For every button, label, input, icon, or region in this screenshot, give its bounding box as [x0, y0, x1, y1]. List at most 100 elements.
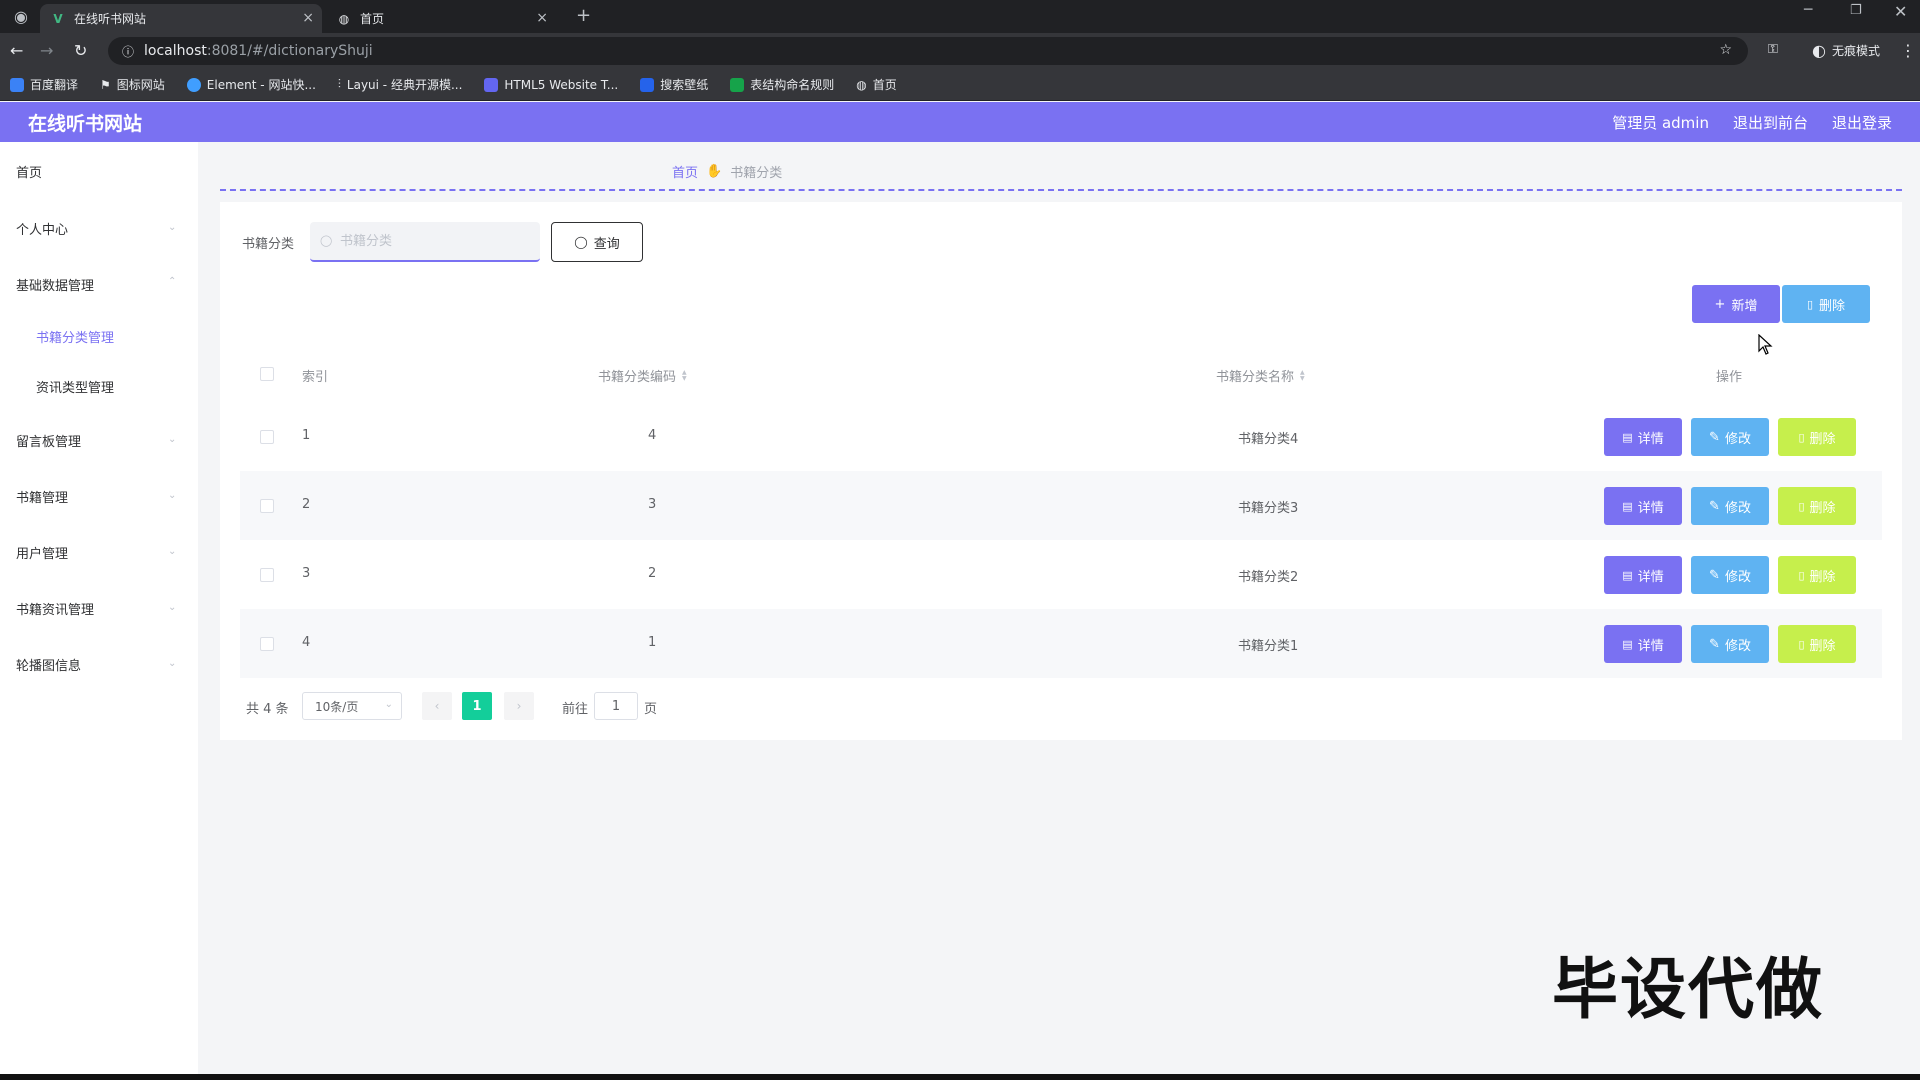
pencil-icon: ✎ [1709, 429, 1720, 445]
prev-page-button[interactable]: ‹ [422, 692, 452, 720]
sidebar-item-carousel[interactable]: 轮播图信息 [16, 655, 81, 674]
bookmark-item[interactable]: HTML5 Website T... [484, 77, 618, 92]
sidebar-item-book-news[interactable]: 书籍资讯管理 [16, 599, 94, 618]
breadcrumb: 首页 ✋ 书籍分类 [672, 162, 782, 181]
delete-button[interactable]: ▯ 删除 [1778, 487, 1856, 525]
goto-page-input[interactable] [594, 692, 638, 720]
table-row: 4 1 书籍分类1 ▤ 详情 ✎ 修改 ▯ 删除 [240, 609, 1882, 678]
current-page[interactable]: 1 [462, 692, 492, 720]
tab-title: 在线听书网站 [74, 12, 147, 26]
browser-tab[interactable]: ◍ 首页 × [326, 4, 556, 33]
bookmark-item[interactable]: ⚑ 图标网站 [100, 76, 165, 93]
tab-close-icon[interactable]: × [536, 10, 548, 26]
chevron-down-icon: ⌄ [168, 602, 177, 613]
table-row: 1 4 书籍分类4 ▤ 详情 ✎ 修改 ▯ 删除 [240, 402, 1882, 471]
edit-button[interactable]: ✎ 修改 [1691, 418, 1769, 456]
pencil-icon: ✎ [1709, 567, 1720, 583]
browser-tab-active[interactable]: V 在线听书网站 × [40, 4, 322, 33]
cell-code: 1 [648, 635, 657, 650]
screen-bottom-edge [0, 1074, 1920, 1080]
new-tab-button[interactable]: + [576, 5, 591, 26]
tab-favicon-icon: V [53, 11, 63, 26]
breadcrumb-home[interactable]: 首页 [672, 162, 698, 181]
more-menu-icon[interactable]: ⋮ [1900, 41, 1916, 60]
document-icon: ▤ [1622, 499, 1633, 513]
star-icon[interactable]: ☆ [1719, 42, 1732, 58]
pagination-total: 共 4 条 [246, 702, 289, 717]
chevron-down-icon: ⌄ [168, 546, 177, 557]
detail-button[interactable]: ▤ 详情 [1604, 625, 1682, 663]
delete-button[interactable]: ▯ 删除 [1778, 625, 1856, 663]
layui-icon: ⫶ [337, 77, 341, 91]
next-page-button[interactable]: › [504, 692, 534, 720]
bookmark-item[interactable]: Element - 网站快... [186, 76, 316, 93]
cell-index: 4 [302, 635, 311, 650]
incognito-indicator[interactable]: ◐ 无痕模式 [1812, 41, 1880, 60]
sort-icon[interactable]: ▲ ▼ [1300, 369, 1305, 382]
column-header-name[interactable]: 书籍分类名称 ▲ ▼ [1216, 366, 1305, 385]
document-icon: ▤ [1622, 568, 1633, 582]
reload-icon[interactable]: ↻ [74, 41, 87, 60]
query-button[interactable]: ◯ 查询 [551, 222, 643, 262]
sidebar-item-books[interactable]: 书籍管理 [16, 487, 68, 506]
info-icon: ⓘ [122, 44, 135, 59]
minimize-icon[interactable]: ─ [1804, 2, 1812, 18]
chevron-down-icon: ⌄ [384, 699, 393, 710]
delete-button[interactable]: ▯ 删除 [1778, 418, 1856, 456]
tab-close-icon[interactable]: × [302, 10, 314, 26]
chrome-menu-icon[interactable]: ◉ [14, 7, 28, 26]
restore-icon[interactable]: ❐ [1850, 3, 1862, 18]
browser-toolbar: ← → ↻ ⓘ localhost:8081/#/dictionaryShuji… [0, 33, 1920, 69]
bookmark-item[interactable]: 百度翻译 [10, 76, 78, 93]
edit-button[interactable]: ✎ 修改 [1691, 625, 1769, 663]
sidebar-item-home[interactable]: 首页 [16, 162, 42, 181]
add-button[interactable]: + 新增 [1692, 285, 1780, 323]
cell-name: 书籍分类4 [1238, 432, 1299, 447]
row-checkbox[interactable] [260, 499, 274, 513]
column-header-code[interactable]: 书籍分类编码 ▲ ▼ [598, 366, 687, 385]
search-icon: ◯ [574, 235, 588, 249]
trash-icon: ▯ [1806, 297, 1814, 311]
select-all-checkbox[interactable] [260, 367, 274, 381]
document-icon: ▤ [1622, 430, 1633, 444]
pencil-icon: ✎ [1709, 636, 1720, 652]
back-icon[interactable]: ← [10, 41, 23, 60]
mouse-cursor-icon [1758, 334, 1773, 355]
detail-button[interactable]: ▤ 详情 [1604, 418, 1682, 456]
address-bar[interactable]: ⓘ localhost:8081/#/dictionaryShuji ☆ [108, 37, 1748, 65]
chevron-up-icon: ⌃ [168, 276, 177, 287]
detail-button[interactable]: ▤ 详情 [1604, 487, 1682, 525]
sidebar-item-message-board[interactable]: 留言板管理 [16, 431, 81, 450]
chevron-right-icon: › [516, 699, 522, 713]
row-checkbox[interactable] [260, 568, 274, 582]
delete-button[interactable]: ▯ 删除 [1778, 556, 1856, 594]
back-to-front-link[interactable]: 退出到前台 [1733, 112, 1808, 133]
sheet-icon [730, 77, 745, 92]
row-checkbox[interactable] [260, 637, 274, 651]
edit-button[interactable]: ✎ 修改 [1691, 556, 1769, 594]
bookmark-item[interactable]: ⫶ Layui - 经典开源模... [338, 76, 463, 93]
logout-link[interactable]: 退出登录 [1832, 112, 1892, 133]
forward-icon[interactable]: → [40, 41, 53, 60]
row-checkbox[interactable] [260, 430, 274, 444]
sidebar-item-basic-data[interactable]: 基础数据管理 [16, 275, 94, 294]
bookmark-item[interactable]: 表结构命名规则 [730, 76, 834, 93]
bookmark-item[interactable]: ◍ 首页 [856, 76, 897, 93]
batch-delete-button[interactable]: ▯ 删除 [1782, 285, 1870, 323]
sort-icon[interactable]: ▲ ▼ [682, 369, 687, 382]
bookmark-item[interactable]: 搜索壁纸 [640, 76, 708, 93]
tab-title: 首页 [360, 12, 385, 26]
window-close-icon[interactable]: ✕ [1894, 2, 1907, 21]
edit-button[interactable]: ✎ 修改 [1691, 487, 1769, 525]
sidebar-item-profile[interactable]: 个人中心 [16, 219, 68, 238]
cell-name: 书籍分类1 [1238, 639, 1299, 654]
page-size-select[interactable]: 10条/页 ⌄ [302, 692, 402, 720]
detail-button[interactable]: ▤ 详情 [1604, 556, 1682, 594]
sidebar-item-users[interactable]: 用户管理 [16, 543, 68, 562]
divider [220, 189, 1902, 191]
column-header-ops: 操作 [1716, 370, 1743, 385]
search-input[interactable] [310, 222, 540, 262]
sidebar-subitem-news-type[interactable]: 资讯类型管理 [36, 377, 114, 396]
sidebar-subitem-book-category[interactable]: 书籍分类管理 [36, 327, 114, 346]
key-icon[interactable]: ⚿ [1768, 42, 1778, 57]
